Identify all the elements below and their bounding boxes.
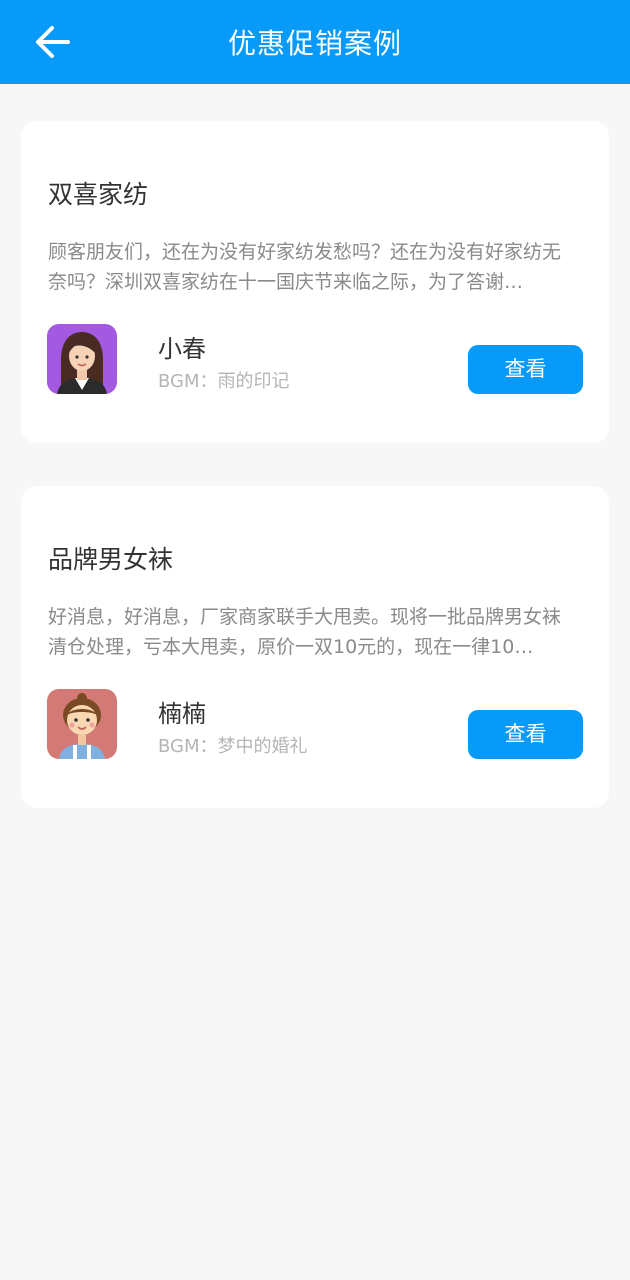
case-title: 双喜家纺	[48, 180, 149, 209]
case-card[interactable]: 双喜家纺 顾客朋友们，还在为没有好家纺发愁吗？还在为没有好家纺无奈吗？深圳双喜家…	[21, 121, 609, 443]
case-title: 品牌男女袜	[48, 545, 174, 574]
avatar	[47, 689, 117, 759]
case-description: 顾客朋友们，还在为没有好家纺发愁吗？还在为没有好家纺无奈吗？深圳双喜家纺在十一国…	[48, 241, 562, 293]
author-name: 楠楠	[158, 700, 206, 728]
author-name: 小春	[158, 335, 206, 363]
bgm-label: BGM：梦中的婚礼	[158, 736, 308, 757]
view-button[interactable]: 查看	[468, 345, 583, 394]
view-button[interactable]: 查看	[468, 710, 583, 759]
case-description: 好消息，好消息，厂家商家联手大甩卖。现将一批品牌男女袜清仓处理，亏本大甩卖，原价…	[48, 606, 562, 658]
page-title: 优惠促销案例	[227, 27, 402, 60]
case-card[interactable]: 品牌男女袜 好消息，好消息，厂家商家联手大甩卖。现将一批品牌男女袜清仓处理，亏本…	[21, 486, 609, 808]
girl-avatar-icon	[47, 689, 117, 759]
avatar	[47, 324, 117, 394]
woman-avatar-icon	[47, 324, 117, 394]
bgm-label: BGM：雨的印记	[158, 371, 290, 392]
top-app-bar: 优惠促销案例	[0, 0, 630, 84]
